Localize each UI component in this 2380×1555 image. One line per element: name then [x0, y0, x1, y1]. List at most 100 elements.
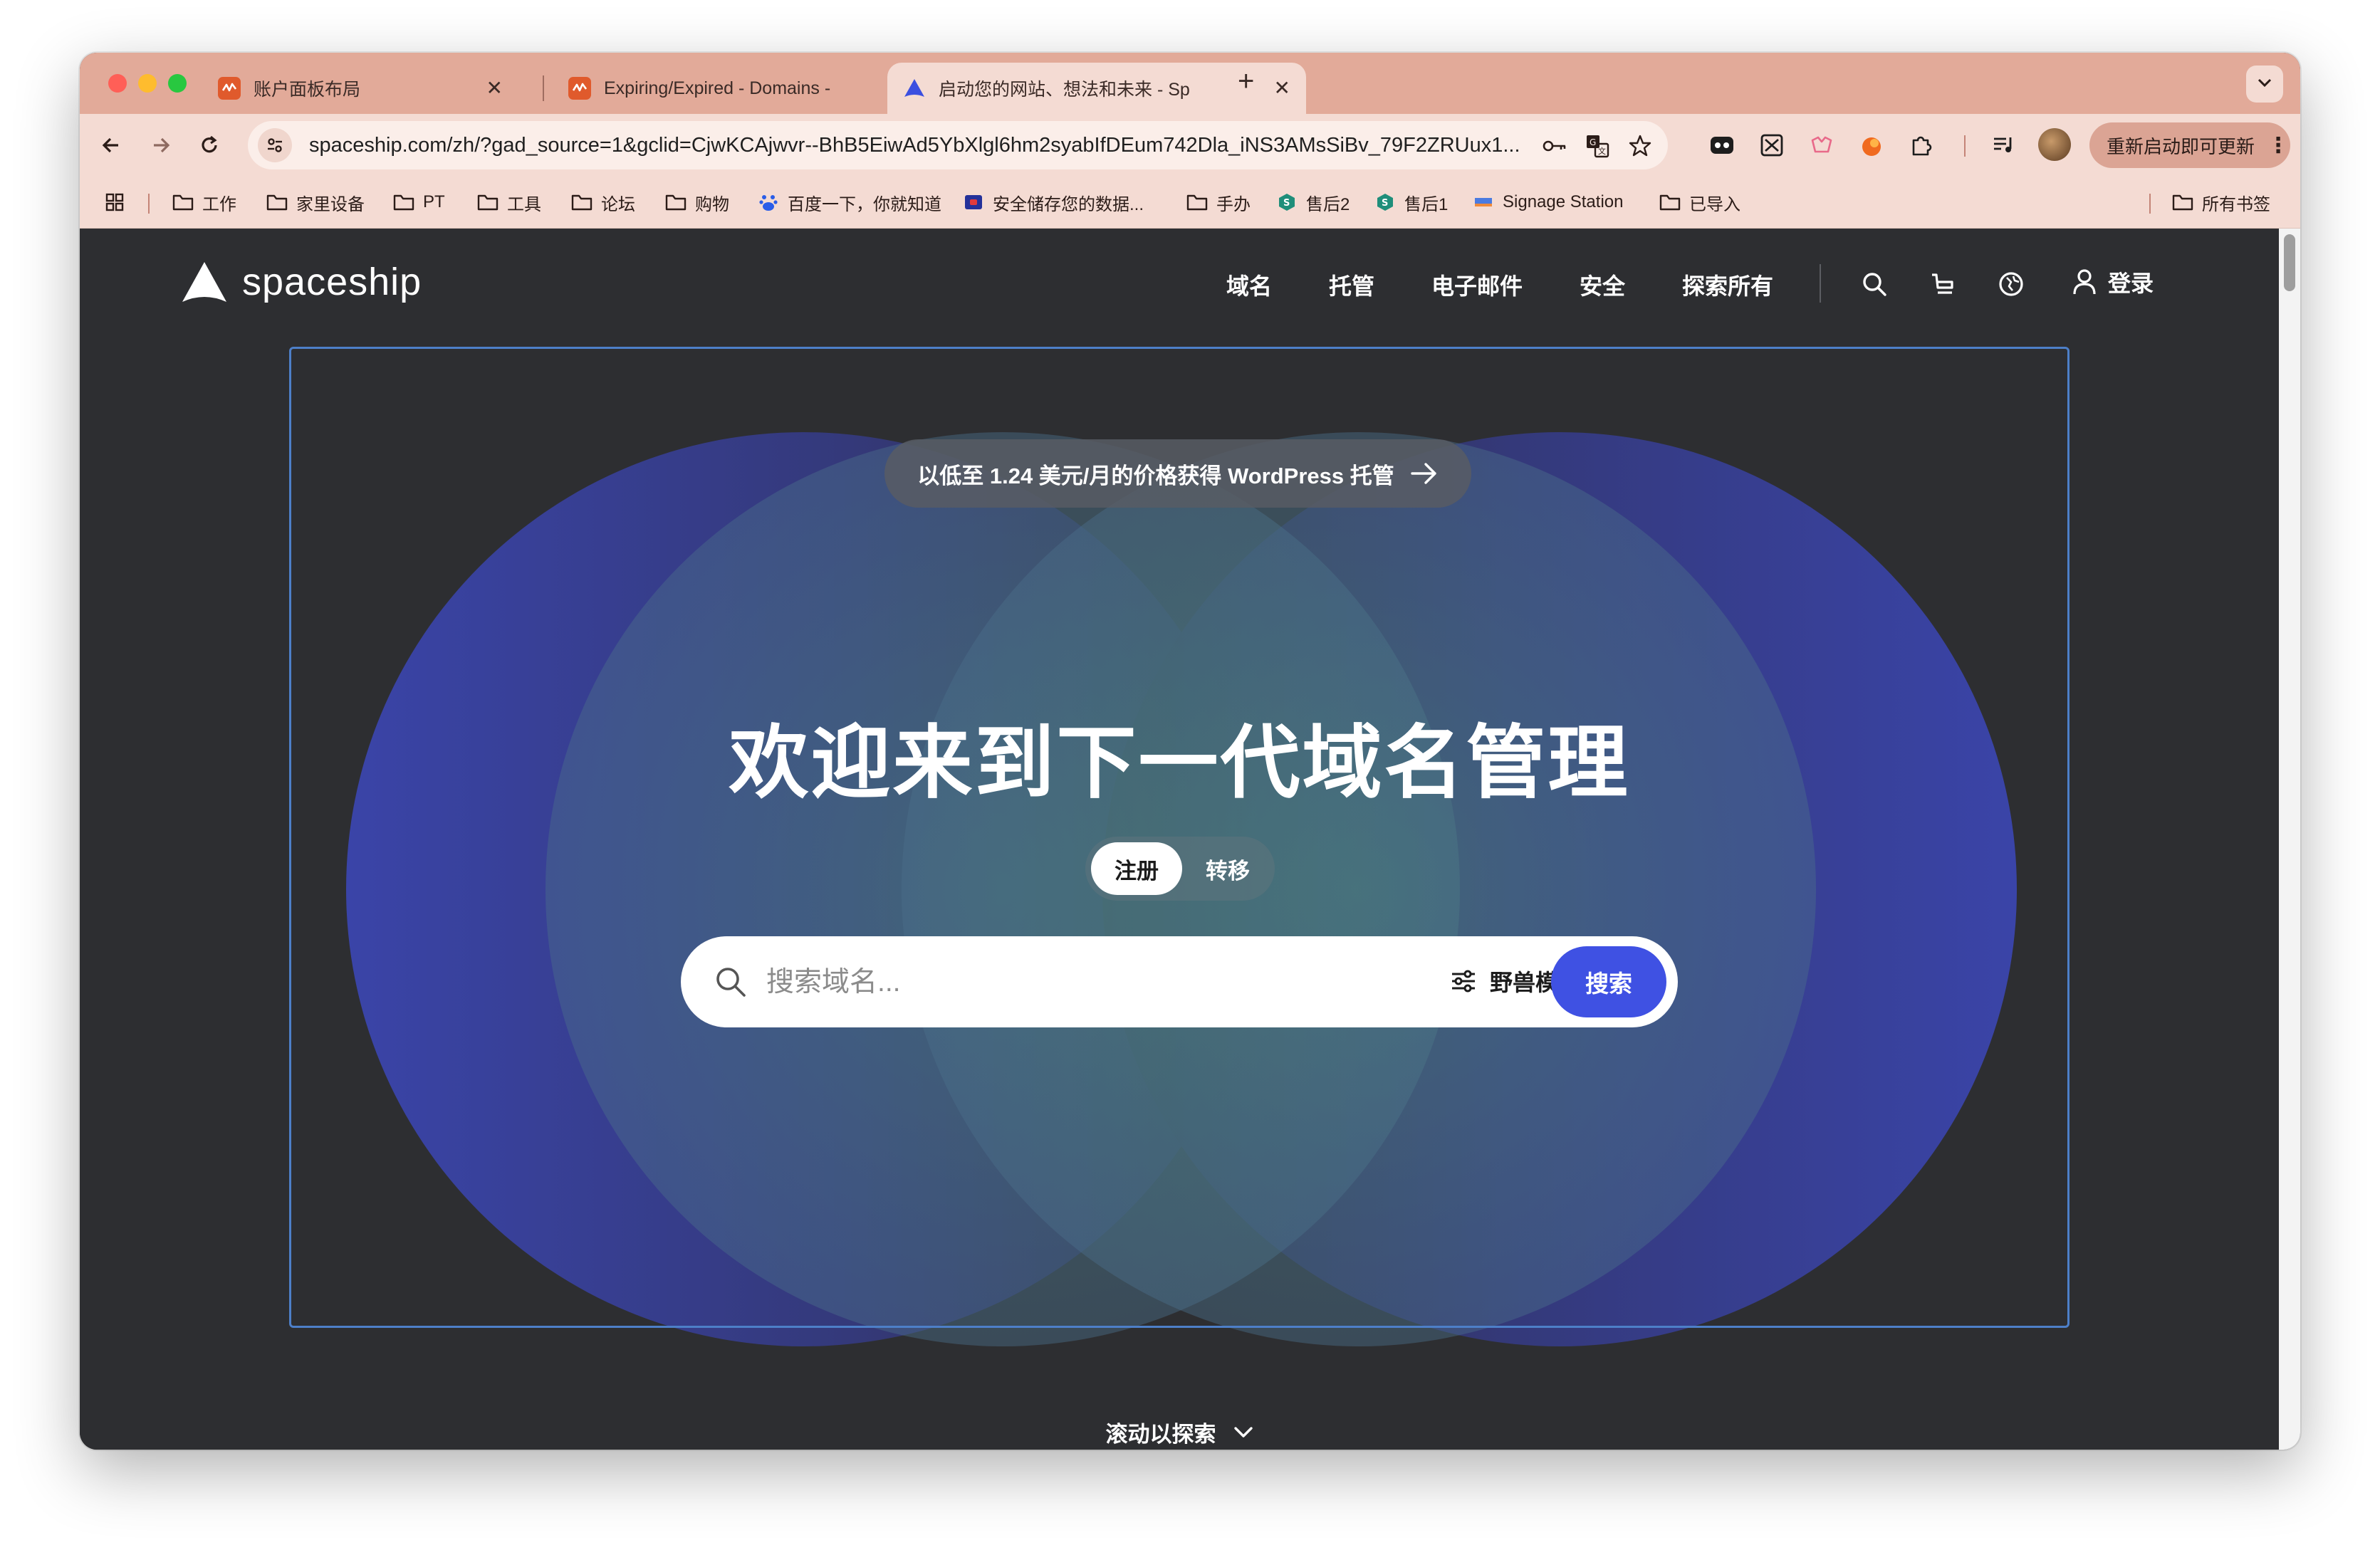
- cart-icon[interactable]: [1928, 270, 1957, 298]
- scroll-hint-label: 滚动以探索: [1105, 1422, 1216, 1447]
- register-transfer-toggle: 注册 转移: [1085, 837, 1275, 901]
- site-info-button[interactable]: [258, 128, 292, 162]
- scrollbar-thumb[interactable]: [2284, 234, 2295, 291]
- hero-title: 欢迎来到下一代域名管理: [729, 718, 1630, 807]
- maximize-window-button[interactable]: [168, 74, 187, 93]
- domain-search-input[interactable]: [765, 958, 1266, 1007]
- login-button[interactable]: 登录: [2072, 266, 2154, 298]
- page-scrollbar[interactable]: [2279, 229, 2300, 1450]
- profile-avatar[interactable]: [2038, 128, 2071, 161]
- arrow-right-icon: [154, 137, 170, 153]
- bookmark-secure-storage[interactable]: 安全储存您的数据...: [963, 188, 1144, 216]
- all-bookmarks-button[interactable]: 所有书签: [2172, 188, 2270, 216]
- tab-title: 启动您的网站、想法和未来 - Sp: [939, 80, 1190, 100]
- spaceship-favicon-icon: [903, 77, 926, 100]
- reload-button[interactable]: [194, 130, 225, 161]
- folder-icon: [1186, 192, 1208, 213]
- nav-security[interactable]: 安全: [1580, 268, 1625, 301]
- back-button[interactable]: [95, 130, 127, 161]
- extension-fire-icon[interactable]: [1856, 130, 1887, 161]
- extension-shuffle-icon[interactable]: [1756, 130, 1787, 161]
- spaceship-logo[interactable]: spaceship: [181, 260, 422, 304]
- toggle-register[interactable]: 注册: [1091, 842, 1182, 895]
- folder-icon: [393, 192, 414, 213]
- bookmark-label: 百度一下，你就知道: [788, 194, 941, 214]
- promo-banner[interactable]: 以低至 1.24 美元/月的价格获得 WordPress 托管: [884, 439, 1471, 508]
- language-globe-icon[interactable]: [1997, 270, 2025, 298]
- bookmark-folder-forum[interactable]: 论坛: [571, 188, 635, 216]
- folder-icon: [266, 192, 288, 213]
- close-window-button[interactable]: [108, 74, 127, 93]
- svg-text:G: G: [1590, 137, 1596, 147]
- shield-icon: [963, 192, 984, 213]
- reload-icon: [202, 135, 217, 153]
- promo-text: 以低至 1.24 美元/月的价格获得 WordPress 托管: [917, 463, 1394, 488]
- tab-account-panel[interactable]: 账户面板布局 ✕: [202, 63, 518, 114]
- nav-email[interactable]: 电子邮件: [1431, 268, 1523, 301]
- tab-search-button[interactable]: [2246, 66, 2283, 103]
- baidu-icon: [758, 192, 779, 213]
- bookmark-folder-tools[interactable]: 工具: [477, 188, 541, 216]
- folder-icon: [665, 192, 687, 213]
- nav-hosting[interactable]: 托管: [1329, 268, 1374, 301]
- sliders-icon: [1452, 970, 1475, 993]
- s-badge-icon: S: [1276, 192, 1298, 213]
- extension-pink-icon[interactable]: [1806, 130, 1837, 161]
- translate-icon[interactable]: G文: [1584, 132, 1611, 159]
- bookmark-separator: [2149, 194, 2151, 214]
- update-label: 重新启动即可更新: [2107, 135, 2255, 157]
- bookmark-star-icon[interactable]: [1627, 132, 1654, 159]
- bookmark-after-sales-2[interactable]: S 售后2: [1276, 188, 1350, 216]
- bookmark-folder-work[interactable]: 工作: [172, 188, 236, 216]
- forward-button[interactable]: [145, 130, 177, 161]
- bookmark-baidu[interactable]: 百度一下，你就知道: [758, 188, 941, 216]
- bookmark-folder-imported[interactable]: 已导入: [1659, 188, 1740, 216]
- bookmark-label: 售后1: [1404, 194, 1449, 214]
- new-tab-button[interactable]: +: [1238, 67, 1254, 95]
- folder-icon: [2172, 192, 2193, 213]
- tune-icon: [268, 138, 282, 152]
- folder-icon: [477, 192, 499, 213]
- folder-icon: [1659, 192, 1681, 213]
- bookmark-label: Signage Station: [1503, 192, 1624, 211]
- tab-separator: [543, 75, 544, 101]
- s-badge-icon: S: [1374, 192, 1396, 213]
- apps-button[interactable]: [104, 188, 125, 216]
- bookmark-label: 已导入: [1689, 194, 1740, 214]
- signage-icon: [1473, 192, 1494, 213]
- nav-domains[interactable]: 域名: [1226, 268, 1272, 301]
- more-vert-icon[interactable]: ⋮: [2267, 133, 2289, 158]
- toolbar-separator: [1964, 135, 1966, 157]
- close-tab-icon[interactable]: ✕: [486, 78, 503, 98]
- search-icon[interactable]: [1860, 270, 1889, 298]
- search-button[interactable]: 搜索: [1551, 946, 1666, 1017]
- arrow-right-icon: [1411, 463, 1436, 484]
- nav-explore-all[interactable]: 探索所有: [1682, 268, 1773, 301]
- media-controls-icon[interactable]: [1988, 130, 2020, 161]
- bookmark-after-sales-1[interactable]: S 售后1: [1374, 188, 1448, 216]
- extension-mask-icon[interactable]: [1706, 130, 1738, 161]
- close-tab-icon[interactable]: ✕: [1274, 78, 1290, 98]
- bookmark-label: 安全储存您的数据...: [993, 194, 1144, 214]
- relaunch-update-button[interactable]: 重新启动即可更新 ⋮: [2089, 122, 2290, 168]
- minimize-window-button[interactable]: [138, 74, 157, 93]
- bookmark-label: 家里设备: [296, 194, 365, 214]
- address-bar[interactable]: spaceship.com/zh/?gad_source=1&gclid=Cjw…: [248, 121, 1668, 169]
- folder-icon: [172, 192, 194, 213]
- toggle-transfer[interactable]: 转移: [1188, 842, 1268, 895]
- bookmark-label: 所有书签: [2202, 194, 2270, 214]
- login-label: 登录: [2108, 271, 2154, 296]
- extensions-puzzle-icon[interactable]: [1906, 130, 1937, 161]
- bookmark-folder-shopping[interactable]: 购物: [665, 188, 729, 216]
- bookmark-folder-home-devices[interactable]: 家里设备: [266, 188, 365, 216]
- tab-strip: 账户面板布局 ✕ Expiring/Expired - Domains - ✕ …: [80, 53, 2300, 114]
- svg-text:文: 文: [1598, 146, 1606, 156]
- scroll-to-explore[interactable]: 滚动以探索: [80, 1416, 2279, 1448]
- bookmark-folder-figures[interactable]: 手办: [1186, 188, 1251, 216]
- bookmark-folder-pt[interactable]: PT: [393, 188, 445, 216]
- chevron-down-icon: [1233, 1426, 1253, 1438]
- bookmark-signage-station[interactable]: Signage Station: [1473, 188, 1623, 216]
- bookmark-label: 论坛: [601, 194, 635, 214]
- spaceship-logo-icon: [182, 262, 226, 302]
- password-key-icon[interactable]: [1541, 132, 1568, 159]
